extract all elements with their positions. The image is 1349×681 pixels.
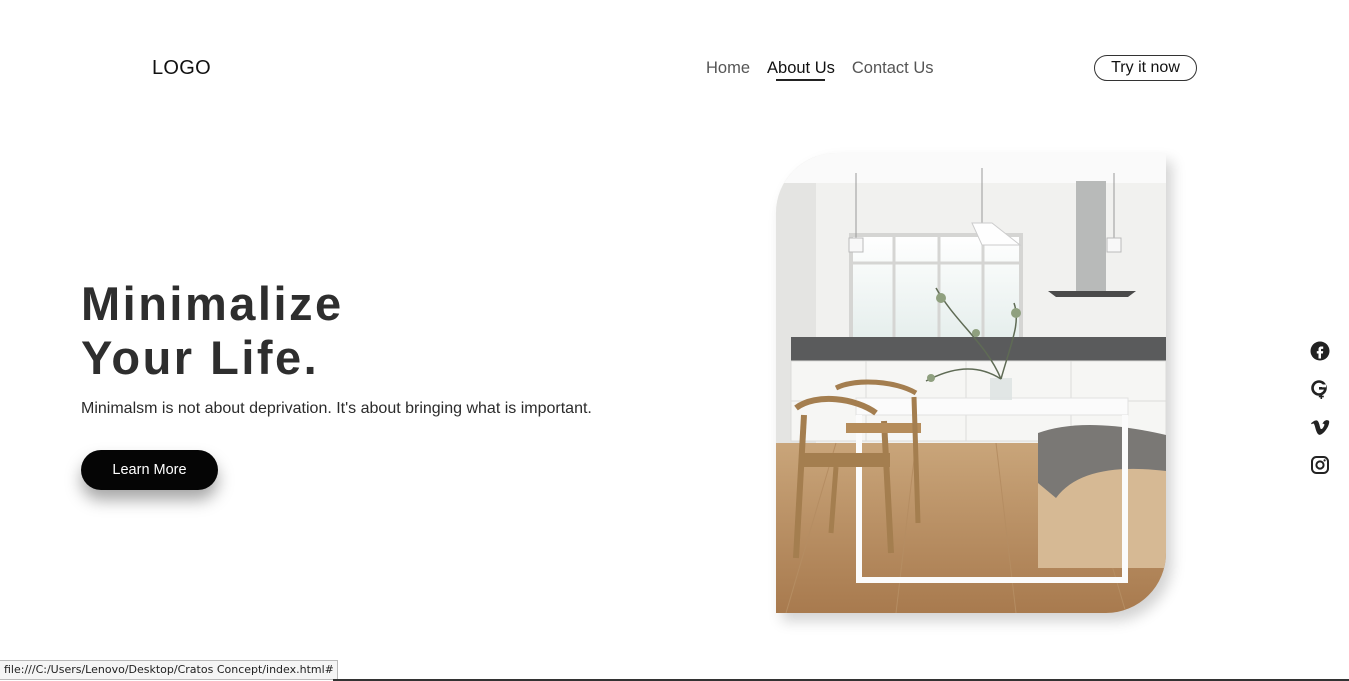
browser-status-url: file:///C:/Users/Lenovo/Desktop/Cratos C… [0, 660, 338, 680]
social-links [1310, 341, 1330, 475]
vimeo-icon[interactable] [1310, 417, 1330, 437]
nav-home[interactable]: Home [706, 58, 750, 78]
hero-title-line-1: Minimalize [81, 277, 344, 330]
hero-subtitle: Minimalsm is not about deprivation. It's… [81, 400, 592, 417]
nav-about-us[interactable]: About Us [767, 58, 835, 81]
learn-more-button[interactable]: Learn More [81, 450, 218, 490]
facebook-icon[interactable] [1310, 341, 1330, 361]
hero-title-line-2: Your Life. [81, 331, 320, 384]
hero-title: Minimalize Your Life. [81, 277, 344, 385]
main-nav: Home About Us Contact Us [706, 58, 934, 81]
try-it-now-button[interactable]: Try it now [1094, 55, 1197, 81]
logo[interactable]: LOGO [152, 57, 211, 80]
nav-contact-us[interactable]: Contact Us [852, 58, 934, 78]
google-plus-icon[interactable] [1310, 379, 1330, 399]
instagram-icon[interactable] [1310, 455, 1330, 475]
hero-image [776, 153, 1166, 613]
